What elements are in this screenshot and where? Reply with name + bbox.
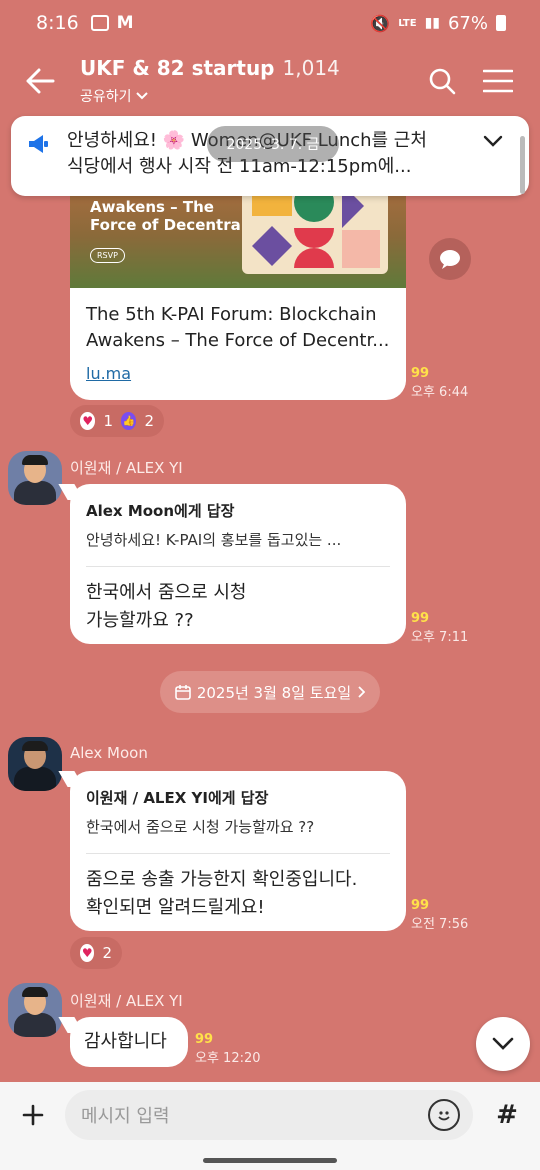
status-time: 8:16 bbox=[36, 12, 79, 34]
emoji-button[interactable] bbox=[428, 1099, 460, 1131]
heart-reaction-icon: ♥ bbox=[80, 944, 95, 962]
notice-scrollbar bbox=[520, 136, 525, 194]
chevron-down-icon bbox=[483, 135, 503, 147]
avatar[interactable] bbox=[8, 983, 62, 1037]
date-divider-label: 2025년 3월 8일 토요일 bbox=[196, 683, 352, 702]
heart-count: 2 bbox=[102, 944, 112, 962]
scroll-to-bottom-button[interactable] bbox=[476, 1017, 530, 1071]
chat-header: UKF & 82 startup 1,014 공유하기 bbox=[0, 46, 540, 116]
hashtag-icon: # bbox=[496, 1100, 518, 1130]
avatar[interactable] bbox=[8, 737, 62, 791]
home-indicator bbox=[203, 1158, 337, 1163]
gallery-icon bbox=[90, 15, 109, 31]
chat-title[interactable]: UKF & 82 startup 1,014 bbox=[80, 56, 414, 80]
back-arrow-icon bbox=[26, 68, 55, 94]
share-dropdown[interactable]: 공유하기 bbox=[80, 86, 414, 106]
unread-count: 99 bbox=[411, 366, 430, 381]
message-bubble[interactable]: 감사합니다 bbox=[70, 1017, 188, 1067]
chevron-down-icon bbox=[492, 1037, 514, 1050]
unread-count: 99 bbox=[411, 611, 430, 626]
hashtag-button[interactable]: # bbox=[487, 1095, 527, 1135]
date-divider[interactable]: 2025년 3월 8일 토요일 bbox=[160, 671, 380, 713]
member-count: 1,014 bbox=[282, 56, 340, 80]
reply-to-label: 이원재 / ALEX YI에게 답장 bbox=[86, 789, 269, 807]
message-text-line-1: 한국에서 줌으로 시청 bbox=[86, 582, 247, 603]
mute-icon: 🔇 bbox=[370, 13, 391, 33]
heart-count: 1 bbox=[103, 412, 113, 430]
sender-name: 이원재 / ALEX YI bbox=[70, 992, 183, 1010]
avatar[interactable] bbox=[8, 451, 62, 505]
attach-button[interactable] bbox=[12, 1094, 54, 1136]
link-url[interactable]: lu.ma bbox=[70, 354, 406, 383]
message-time: 오후 7:11 bbox=[411, 630, 469, 645]
message-bubble[interactable]: Alex Moon에게 답장 안녕하세요! K-PAI의 홍보를 돕고있는 ..… bbox=[70, 484, 406, 644]
floating-date: 2025. 3. 7. 금 bbox=[207, 126, 339, 162]
chevron-down-icon bbox=[135, 92, 148, 100]
message-text-line-2: 확인되면 알려드릴게요! bbox=[86, 897, 265, 918]
message-time: 오후 12:20 bbox=[195, 1051, 261, 1066]
search-icon bbox=[429, 68, 456, 95]
megaphone-icon bbox=[29, 135, 48, 153]
message-text: 감사합니다 bbox=[84, 1031, 167, 1052]
reactions-bar[interactable]: ♥ 1 👍 2 bbox=[70, 405, 164, 437]
search-button[interactable] bbox=[414, 53, 470, 109]
share-message-button[interactable] bbox=[429, 238, 471, 280]
heart-reaction-icon: ♥ bbox=[80, 412, 96, 430]
sender-name: 이원재 / ALEX YI bbox=[70, 459, 183, 477]
chat-bubble-icon bbox=[440, 250, 460, 269]
calendar-icon bbox=[175, 685, 191, 700]
message-input[interactable]: 메시지 입력 bbox=[65, 1090, 473, 1140]
signal-icon: ▮▮ bbox=[424, 15, 440, 31]
message-bubble[interactable]: 이원재 / ALEX YI에게 답장 한국에서 줌으로 시청 가능할까요 ?? … bbox=[70, 771, 406, 931]
link-preview-card[interactable]: Awakens – The Force of Decentrali... RSV… bbox=[70, 160, 406, 400]
smiley-icon bbox=[438, 1111, 450, 1121]
unread-count: 99 bbox=[411, 898, 430, 913]
message-input-placeholder: 메시지 입력 bbox=[81, 1106, 170, 1127]
reply-preview: 안녕하세요! K-PAI의 홍보를 돕고있는 ... bbox=[86, 531, 342, 549]
battery-icon bbox=[496, 15, 506, 31]
chevron-right-icon bbox=[358, 686, 366, 698]
hamburger-menu-icon bbox=[483, 69, 513, 93]
chat-name: UKF & 82 startup bbox=[80, 56, 275, 80]
share-label: 공유하기 bbox=[80, 89, 132, 105]
rsvp-badge: RSVP bbox=[90, 248, 125, 263]
message-text-line-2: 가능할까요 ?? bbox=[86, 610, 194, 631]
link-title-line-1: The 5th K-PAI Forum: Blockchain bbox=[86, 304, 377, 325]
message-time: 오전 7:56 bbox=[411, 917, 469, 932]
reply-to-label: Alex Moon에게 답장 bbox=[86, 502, 235, 520]
thumbs-up-reaction-icon: 👍 bbox=[121, 412, 137, 430]
notice-expand-button[interactable] bbox=[483, 132, 513, 184]
menu-button[interactable] bbox=[470, 53, 526, 109]
link-title-line-2: Awakens – The Force of Decentr... bbox=[86, 330, 390, 351]
status-bar: 8:16 M 🔇 LTE ▮▮ 67% bbox=[0, 0, 540, 46]
network-label: LTE bbox=[398, 17, 417, 29]
reply-preview: 한국에서 줌으로 시청 가능할까요 ?? bbox=[86, 818, 315, 836]
like-count: 2 bbox=[144, 412, 154, 430]
message-text-line-1: 줌으로 송출 가능한지 확인중입니다. bbox=[86, 869, 358, 890]
reactions-bar[interactable]: ♥ 2 bbox=[70, 937, 122, 969]
message-time: 오후 6:44 bbox=[411, 385, 469, 400]
gmail-icon: M bbox=[116, 13, 134, 33]
battery-percent: 67% bbox=[447, 12, 488, 34]
unread-count: 99 bbox=[195, 1032, 214, 1047]
sender-name: Alex Moon bbox=[70, 744, 148, 762]
message-input-bar: 메시지 입력 # bbox=[0, 1082, 540, 1170]
back-button[interactable] bbox=[0, 46, 80, 116]
plus-icon bbox=[22, 1104, 44, 1126]
